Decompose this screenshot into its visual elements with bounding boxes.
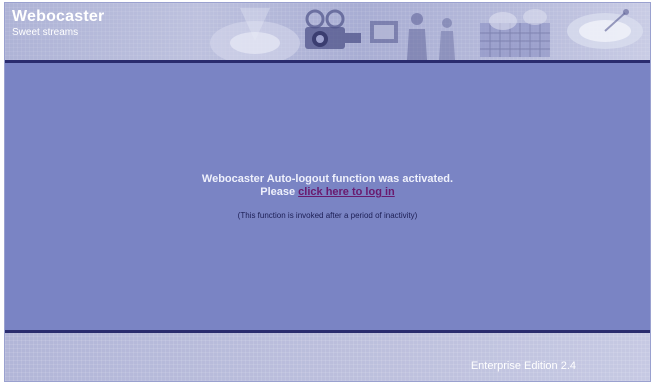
- media-collage-image: [210, 8, 643, 60]
- edition-label: Enterprise Edition 2.4: [470, 360, 576, 372]
- brand-title: Webocaster: [12, 8, 105, 25]
- login-link[interactable]: click here to log in: [298, 186, 395, 198]
- login-prompt-prefix: Please: [260, 186, 299, 198]
- inactivity-note: (This function is invoked after a period…: [237, 211, 418, 220]
- login-prompt: Please click here to log in: [5, 186, 650, 198]
- header-banner: Webocaster Sweet streams: [5, 3, 650, 60]
- brand-subtitle: Sweet streams: [12, 27, 79, 38]
- footer-banner: Enterprise Edition 2.4: [5, 333, 650, 381]
- logout-message: Webocaster Auto-logout function was acti…: [201, 173, 454, 185]
- app-frame: Webocaster Sweet streams Webocaster Auto…: [4, 2, 651, 382]
- logout-message-panel: Webocaster Auto-logout function was acti…: [5, 63, 650, 330]
